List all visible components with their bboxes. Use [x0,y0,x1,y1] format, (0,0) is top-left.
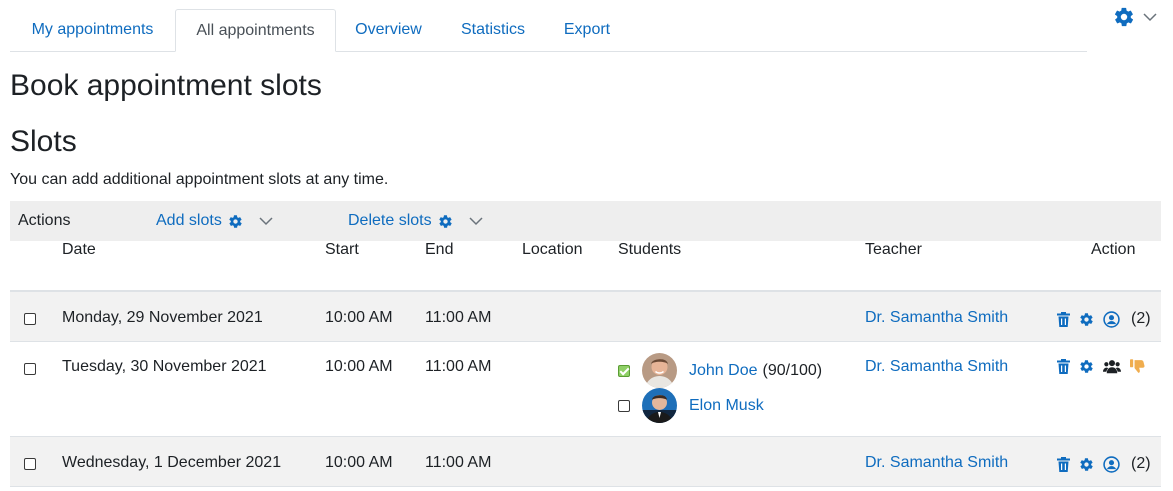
slot-students [618,292,865,309]
avatar [642,388,677,423]
row-select-checkbox[interactable] [24,312,36,325]
slot-end: 11:00 AM [425,358,492,375]
actions-label: Actions [18,212,71,229]
header-end[interactable]: End [425,241,522,292]
slot-location [522,292,618,309]
intro-text: You can add additional appointment slots… [10,171,389,188]
chevron-down-icon [1143,13,1157,22]
slot-actions [1051,342,1161,374]
slot-date: Monday, 29 November 2021 [62,309,263,326]
actions-bar: Actions Add slots Delete slots [10,201,1161,241]
trash-icon[interactable] [1057,311,1070,327]
teacher-link[interactable]: Dr. Samantha Smith [865,342,1051,376]
page-title: Book appointment slots [10,69,322,102]
user-circle-icon[interactable] [1103,310,1120,328]
student-count: (2) [1131,455,1151,472]
header-select [10,241,62,292]
users-icon [1103,360,1121,374]
tab-bar: My appointments All appointments Overvie… [10,9,1087,52]
row-select-checkbox[interactable] [24,362,36,375]
student-entry: John Doe (90/100) [618,353,865,388]
table-row: Wednesday, 1 December 2021 10:00 AM 11:0… [10,436,1161,487]
student-link[interactable]: John Doe [689,362,758,380]
slot-students [618,437,865,454]
row-select-checkbox[interactable] [24,457,36,470]
gear-icon [1114,7,1134,27]
header-students[interactable]: Students [618,241,865,292]
delete-slots-menu[interactable]: Delete slots [348,212,483,230]
gear-icon[interactable] [1079,312,1094,327]
header-date[interactable]: Date [62,241,325,292]
section-title: Slots [10,125,77,158]
slot-students: John Doe (90/100) Elon Musk [618,342,865,423]
slot-date: Wednesday, 1 December 2021 [62,454,282,471]
gear-icon [229,214,242,228]
slot-start: 10:00 AM [325,358,393,375]
slot-start: 10:00 AM [325,454,393,471]
tab-overview[interactable]: Overview [336,9,441,50]
gear-icon[interactable] [1079,359,1094,374]
slots-table: Date Start End Location Students Teacher… [10,241,1161,487]
slot-actions: (2) [1051,437,1161,473]
gear-icon [438,214,452,228]
header-action: Action [1051,241,1161,292]
table-row: Tuesday, 30 November 2021 10:00 AM 11:00… [10,342,1161,437]
tab-statistics[interactable]: Statistics [441,9,545,50]
slot-location [522,342,618,358]
attended-checkbox[interactable] [618,364,630,377]
header-start[interactable]: Start [325,241,425,292]
tab-my-appointments[interactable]: My appointments [10,9,175,50]
student-grade: (90/100) [762,361,823,379]
header-teacher[interactable]: Teacher [865,241,1051,292]
chevron-down-icon [259,217,273,226]
gear-icon[interactable] [1079,457,1094,472]
settings-menu[interactable] [1113,6,1163,28]
user-circle-icon[interactable] [1103,455,1120,473]
student-link[interactable]: Elon Musk [689,397,764,415]
student-count: (2) [1131,310,1151,327]
teacher-link[interactable]: Dr. Samantha Smith [865,292,1051,327]
slot-start: 10:00 AM [325,309,393,326]
table-row: Monday, 29 November 2021 10:00 AM 11:00 … [10,291,1161,342]
thumbs-down-icon [1130,359,1145,373]
slot-end: 11:00 AM [425,309,492,326]
tab-export[interactable]: Export [545,9,629,50]
delete-slots-label: Delete slots [348,212,432,229]
add-slots-label: Add slots [156,212,222,229]
slot-location [522,437,618,454]
attended-checkbox[interactable] [618,399,630,412]
trash-icon[interactable] [1057,456,1070,472]
avatar [642,353,677,388]
add-slots-menu[interactable]: Add slots [156,212,273,230]
chevron-down-icon [469,217,483,226]
student-entry: Elon Musk [618,388,865,423]
slot-date: Tuesday, 30 November 2021 [62,358,267,375]
trash-icon[interactable] [1057,359,1070,374]
slot-end: 11:00 AM [425,454,492,471]
table-header-row: Date Start End Location Students Teacher… [10,241,1161,292]
teacher-link[interactable]: Dr. Samantha Smith [865,437,1051,472]
slot-actions: (2) [1051,292,1161,328]
tab-all-appointments[interactable]: All appointments [175,9,336,52]
header-location[interactable]: Location [522,241,618,292]
